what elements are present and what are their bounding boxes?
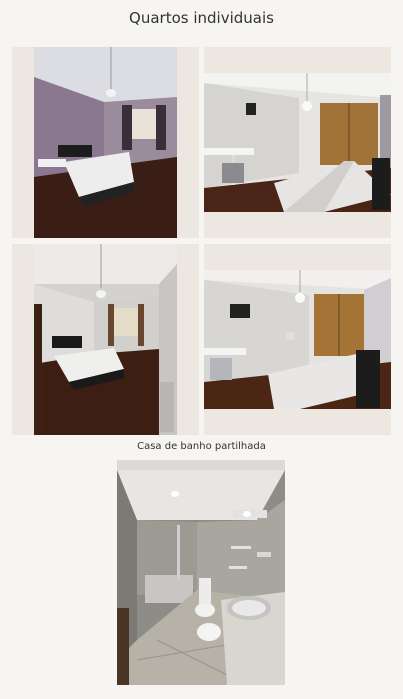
bedroom-photo-1[interactable] (34, 47, 177, 238)
bathroom-photo[interactable] (117, 460, 285, 685)
bedroom-photo-3[interactable] (34, 244, 177, 435)
bedroom-cell-1 (12, 47, 199, 238)
bedroom-photo-2[interactable] (204, 73, 391, 212)
bathroom-caption: Casa de banho partilhada (137, 441, 266, 452)
page-title: Quartos individuais (129, 9, 274, 27)
bedroom-cell-3 (12, 244, 199, 435)
bedroom-photo-4[interactable] (204, 270, 391, 409)
bedroom-cell-2 (204, 47, 391, 238)
bedroom-cell-4 (204, 244, 391, 435)
